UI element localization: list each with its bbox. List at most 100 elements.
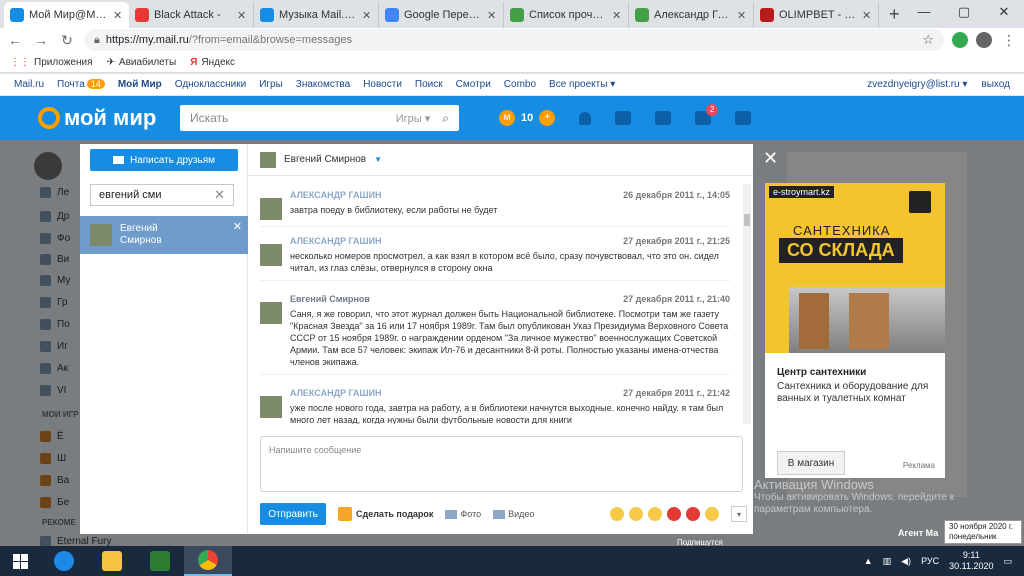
chat-icon[interactable] — [655, 111, 672, 125]
extension-icon[interactable] — [952, 32, 968, 48]
emoji-icon[interactable] — [705, 507, 719, 521]
more-emoji-icon[interactable]: ▾ — [731, 506, 747, 522]
search-icon[interactable]: ⌕ — [442, 111, 449, 126]
search-category-select[interactable]: Игры ▾ — [396, 112, 431, 125]
maximize-icon[interactable]: ▢ — [944, 0, 984, 28]
contact-item[interactable]: Евгений Смирнов ✕ — [80, 216, 248, 254]
portal-link-games[interactable]: Игры — [259, 79, 283, 90]
scrollbar-thumb[interactable] — [744, 214, 750, 226]
bookmark-apps[interactable]: ⋮⋮ Приложения — [10, 57, 93, 68]
taskbar-ie[interactable] — [40, 546, 88, 576]
browser-tab[interactable]: Мой Мир@Mail.Ru ✕ — [4, 2, 129, 28]
message-avatar[interactable] — [260, 396, 282, 418]
start-button[interactable] — [0, 546, 40, 576]
emoji-icon[interactable] — [648, 507, 662, 521]
portal-link-mail[interactable]: Почта 14 — [57, 79, 105, 90]
logout-link[interactable]: выход — [981, 79, 1010, 90]
portal-link-dating[interactable]: Знакомства — [296, 79, 350, 90]
bookmark-avia[interactable]: ✈︎ Авиабилеты — [107, 57, 177, 68]
taskbar-store[interactable] — [136, 546, 184, 576]
message-avatar[interactable] — [260, 198, 282, 220]
remove-contact-icon[interactable]: ✕ — [233, 220, 242, 233]
emoji-icon[interactable] — [667, 507, 681, 521]
photo-button[interactable]: Фото — [445, 509, 481, 519]
network-icon[interactable]: ▥ — [883, 556, 892, 567]
browser-tab-bar: Мой Мир@Mail.Ru✕Black Attack - ✕Музыка M… — [0, 0, 1024, 28]
bookmark-star-icon[interactable]: ☆ — [922, 32, 934, 48]
portal-link-watch[interactable]: Смотри — [456, 79, 491, 90]
message-author[interactable]: АЛЕКСАНДР ГАШИН — [290, 388, 382, 398]
close-tab-icon[interactable]: ✕ — [362, 9, 372, 22]
tab-title: Музыка Mail.Ru - с — [279, 9, 357, 21]
tray-arrow-icon[interactable]: ▲ — [864, 556, 873, 566]
games-icon[interactable] — [735, 111, 752, 125]
portal-link-combo[interactable]: Combo — [504, 79, 536, 90]
portal-link-all-projects[interactable]: Все проекты ▾ — [549, 79, 615, 90]
ad-shop-button[interactable]: В магазин — [777, 451, 845, 475]
message-avatar[interactable] — [260, 302, 282, 324]
message-input[interactable]: Напишите сообщение — [260, 436, 743, 492]
message-scrollbar[interactable] — [743, 184, 751, 424]
browser-tab[interactable]: Google Переводч ✕ — [379, 2, 504, 28]
back-icon[interactable]: ← — [6, 32, 24, 48]
coins-counter[interactable]: м 10 + — [499, 110, 556, 126]
browser-tab[interactable]: Музыка Mail.Ru - с ✕ — [254, 2, 379, 28]
browser-tab[interactable]: OLIMPBET - Букмек ✕ — [754, 2, 879, 28]
mymir-logo[interactable]: мой мир — [38, 105, 180, 131]
portal-link-news[interactable]: Новости — [363, 79, 402, 90]
message-author[interactable]: Евгений Смирнов — [290, 294, 370, 304]
contact-search-input[interactable]: евгений сми ✕ — [90, 184, 234, 206]
close-tab-icon[interactable]: ✕ — [862, 9, 872, 22]
menu-icon[interactable]: ⋮ — [1000, 32, 1018, 49]
gifts-icon[interactable]: 2 — [695, 104, 719, 125]
browser-tab[interactable]: Александр Гашин ✕ — [629, 2, 754, 28]
add-coins-icon[interactable]: + — [539, 110, 556, 126]
close-tab-icon[interactable]: ✕ — [737, 9, 747, 22]
reload-icon[interactable]: ↻ — [58, 32, 76, 49]
chat-header[interactable]: Евгений Смирнов ▼ — [248, 144, 753, 176]
bell-icon[interactable] — [579, 111, 592, 125]
invite-friends-button[interactable]: Написать друзьям — [90, 149, 238, 171]
portal-link-mymir[interactable]: Мой Мир — [118, 79, 162, 90]
clear-search-icon[interactable]: ✕ — [214, 187, 225, 203]
close-modal-icon[interactable]: ✕ — [763, 148, 778, 169]
close-window-icon[interactable]: ✕ — [984, 0, 1024, 28]
profile-avatar[interactable] — [976, 32, 992, 48]
minimize-icon[interactable]: — — [904, 0, 944, 28]
notifications-icon[interactable]: ▭ — [1003, 556, 1012, 567]
video-button[interactable]: Видео — [493, 509, 534, 519]
ad-card[interactable]: e-stroymart.kz САНТЕХНИКА СО СКЛАДА Цент… — [765, 183, 945, 478]
send-button[interactable]: Отправить — [260, 503, 326, 525]
messages-icon[interactable] — [615, 111, 632, 125]
message-avatar[interactable] — [260, 244, 282, 266]
browser-tab[interactable]: Black Attack - ✕ — [129, 2, 254, 28]
clock[interactable]: 9:11 30.11.2020 — [949, 550, 993, 572]
ad-banner[interactable]: e-stroymart.kz САНТЕХНИКА СО СКЛАДА — [765, 183, 945, 353]
emoji-icon[interactable] — [629, 507, 643, 521]
message-author[interactable]: АЛЕКСАНДР ГАШИН — [290, 190, 382, 200]
bookmark-yandex[interactable]: Я Яндекс — [190, 57, 235, 68]
emoji-icon[interactable] — [610, 507, 624, 521]
taskbar-chrome[interactable] — [184, 546, 232, 576]
message-author[interactable]: АЛЕКСАНДР ГАШИН — [290, 236, 382, 246]
close-tab-icon[interactable]: ✕ — [487, 9, 497, 22]
message-item: Евгений Смирнов 27 декабря 2011 г., 21:40… — [260, 294, 730, 375]
taskbar-explorer[interactable] — [88, 546, 136, 576]
user-email[interactable]: zvezdnyeigry@list.ru ▾ — [867, 79, 967, 90]
volume-icon[interactable]: ◀︎) — [901, 556, 911, 567]
folder-icon — [102, 551, 122, 571]
portal-link-mailru[interactable]: Mail.ru — [14, 79, 44, 90]
close-tab-icon[interactable]: ✕ — [237, 9, 247, 22]
portal-link-ok[interactable]: Одноклассники — [175, 79, 246, 90]
search-input[interactable]: Искать Игры ▾ ⌕ — [180, 105, 459, 131]
forward-icon[interactable]: → — [32, 32, 50, 48]
address-bar[interactable]: 🔒︎ https://my.mail.ru/?from=email&browse… — [84, 29, 944, 51]
close-tab-icon[interactable]: ✕ — [612, 9, 622, 22]
browser-tab[interactable]: Список прочтений ✕ — [504, 2, 629, 28]
language-indicator[interactable]: РУС — [921, 556, 939, 566]
emoji-icon[interactable] — [686, 507, 700, 521]
gift-button[interactable]: Сделать подарок — [338, 507, 433, 521]
chevron-down-icon[interactable]: ▼ — [374, 155, 382, 164]
close-tab-icon[interactable]: ✕ — [113, 9, 123, 22]
portal-link-search[interactable]: Поиск — [415, 79, 443, 90]
